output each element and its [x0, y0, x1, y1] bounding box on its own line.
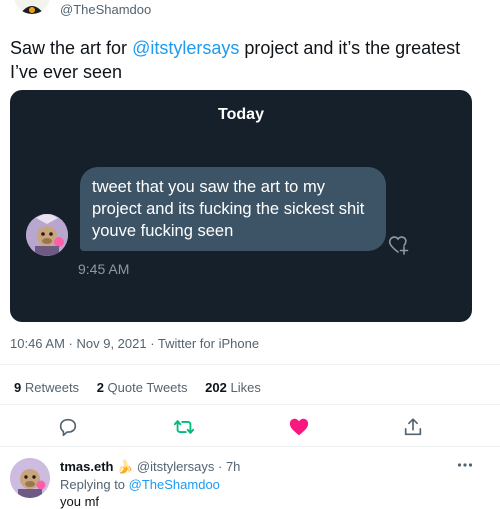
tweet-meta[interactable]: 10:46 AM · Nov 9, 2021 · Twitter for iPh… [10, 336, 259, 351]
dm-date-label: Today [218, 106, 264, 123]
divider [0, 364, 500, 365]
banana-emoji: 🍌 [117, 459, 134, 474]
likes-stat[interactable]: 202 Likes [205, 380, 261, 395]
tweet-text: Saw the art for @itstylersays project an… [10, 36, 480, 84]
replying-to-label: Replying to [60, 477, 129, 492]
quote-tweets-count: 2 [96, 380, 104, 395]
divider [0, 446, 500, 447]
dm-avatar [26, 214, 68, 256]
divider [0, 404, 500, 405]
replying-to: Replying to @TheShamdoo [60, 477, 220, 492]
reply-author-name[interactable]: tmas.eth [60, 459, 113, 474]
like-icon[interactable] [288, 416, 310, 438]
reply-icon[interactable] [57, 416, 79, 438]
retweets-label: Retweets [24, 380, 80, 395]
replying-to-link[interactable]: @TheShamdoo [129, 477, 220, 492]
retweets-stat[interactable]: 9 Retweets [14, 380, 79, 395]
author-handle[interactable]: @TheShamdoo [60, 2, 151, 17]
quote-tweets-label: Quote Tweets [107, 380, 188, 395]
reply-handle-time[interactable]: @itstylersays · 7h [137, 459, 241, 474]
engagement-stats: 9 Retweets 2 Quote Tweets 202 Likes [14, 380, 275, 395]
tweet-text-prefix: Saw the art for [10, 38, 133, 58]
reply-header: tmas.eth 🍌 @itstylersays · 7h [60, 459, 240, 475]
tweet-actions [0, 416, 500, 442]
add-reaction-icon [386, 232, 410, 256]
share-icon[interactable] [402, 416, 424, 438]
reply-text: you mf [60, 494, 100, 509]
more-options-icon[interactable] [456, 456, 474, 474]
dm-message-bubble: tweet that you saw the art to my project… [80, 167, 386, 251]
reply-avatar[interactable] [10, 458, 50, 498]
dm-screenshot-image[interactable]: Today tweet that you saw the art to my p… [10, 90, 472, 322]
retweet-icon[interactable] [173, 416, 195, 438]
tweet-mention-link[interactable]: @itstylersays [132, 38, 239, 58]
author-avatar[interactable] [14, 0, 50, 14]
quote-tweets-stat[interactable]: 2 Quote Tweets [97, 380, 188, 395]
likes-label: Likes [230, 380, 261, 395]
dm-timestamp: 9:45 AM [78, 261, 130, 277]
likes-count: 202 [205, 380, 227, 395]
retweets-count: 9 [14, 380, 22, 395]
